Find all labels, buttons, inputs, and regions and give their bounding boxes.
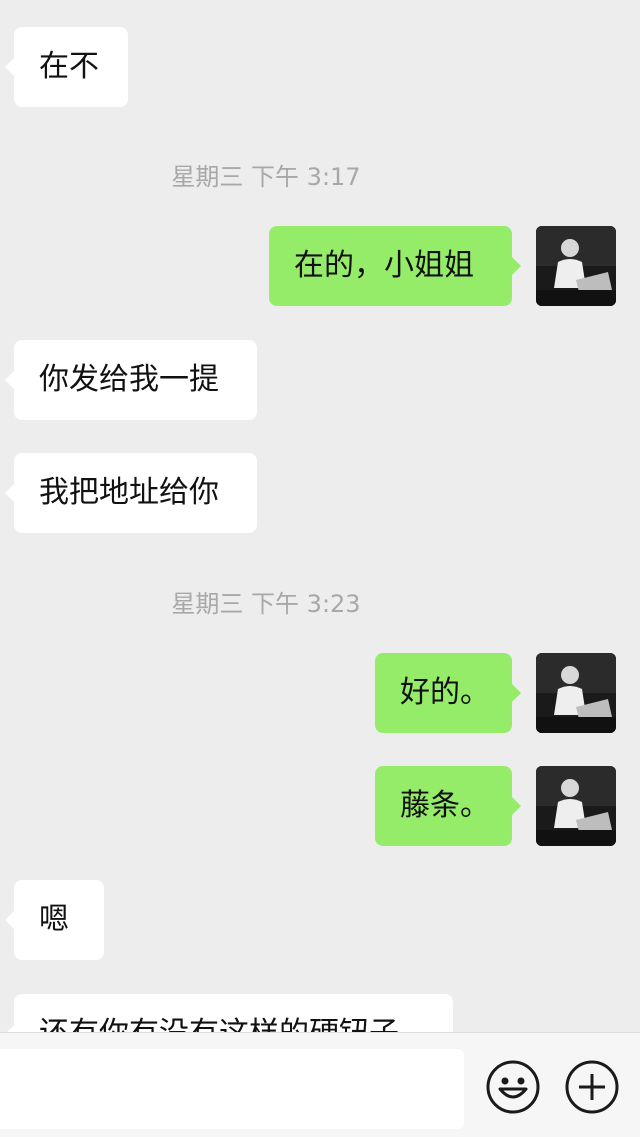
message-text: 你发给我一提 [39, 362, 219, 397]
user-avatar[interactable] [536, 226, 616, 306]
message-incoming[interactable]: 我把地址给你 [5, 453, 257, 533]
message-incoming[interactable]: 嗯 [5, 880, 104, 960]
message-text: 藤条。 [400, 788, 490, 823]
message-incoming[interactable]: 你发给我一提 [5, 340, 257, 420]
message-text: 嗯 [39, 902, 69, 937]
message-text: 在不 [39, 49, 99, 84]
message-input[interactable] [0, 1049, 464, 1129]
message-outgoing[interactable]: 好的。 [375, 653, 521, 733]
message-incoming[interactable]: 在不 [5, 27, 128, 107]
message-text: 还有你有没有这样的硬钮子 [39, 1016, 399, 1032]
message-text: 在的，小姐姐 [294, 248, 474, 283]
message-text: 我把地址给你 [39, 475, 219, 510]
message-text: 好的。 [400, 675, 490, 710]
timestamp: 星期三 下午 3:23 [171, 590, 361, 618]
user-avatar[interactable] [536, 653, 616, 733]
message-outgoing[interactable]: 在的，小姐姐 [269, 226, 521, 306]
avatar-image [536, 653, 616, 733]
avatar-image [536, 766, 616, 846]
chat-area[interactable]: 在不 星期三 下午 3:17 在的，小姐姐 你发给我一提 我把地址给你 星期三 … [0, 0, 640, 1032]
user-avatar[interactable] [536, 766, 616, 846]
avatar-image [536, 226, 616, 306]
message-outgoing[interactable]: 藤条。 [375, 766, 521, 846]
message-incoming[interactable]: 还有你有没有这样的硬钮子 [5, 994, 453, 1032]
composer-bar [0, 1032, 640, 1137]
plus-circle-icon[interactable] [564, 1059, 620, 1115]
timestamp: 星期三 下午 3:17 [171, 163, 361, 191]
emoji-smile-icon[interactable] [485, 1059, 541, 1115]
